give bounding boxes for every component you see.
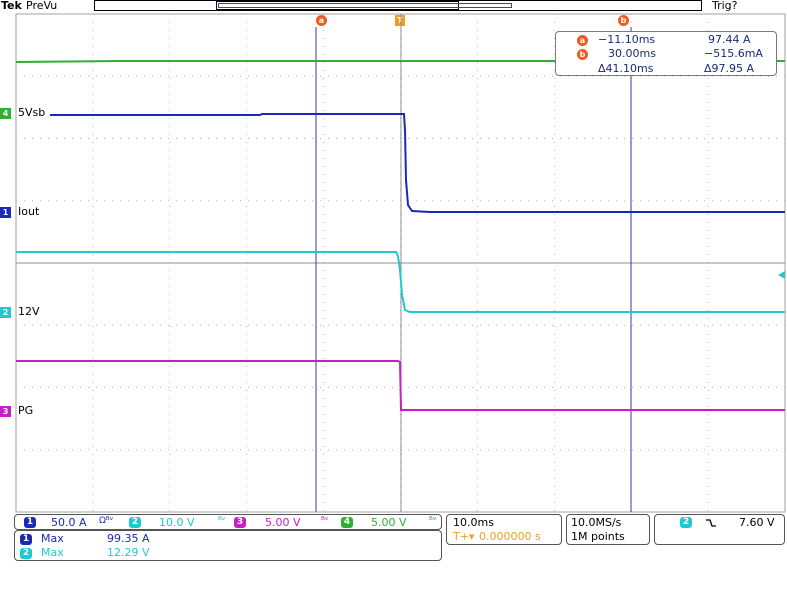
cursor-delta-value: Δ97.95 A [704,62,755,75]
trigger-position[interactable]: 0.000000 s [479,530,541,543]
channel-4-scale[interactable]: 5.00 V [371,516,407,529]
channel-scale-bar[interactable]: 1 50.0 A Ωᴮᵛ 2 10.0 V ᴮᵛ 3 5.00 V ᴮᵛ 4 5… [14,514,442,530]
channel-4-badge[interactable]: 4 [341,517,353,528]
channel-4-label: 5Vsb [18,106,46,119]
trigger-source[interactable]: 2 [680,517,692,528]
cursor-readout-panel: a −11.10ms 97.44 A b 30.00ms −515.6mA Δ4… [555,31,777,76]
measurement-1-name: Max [41,532,64,545]
measurement-1-channel: 1 [20,534,32,545]
acquisition-panel[interactable]: 10.0MS/s 1M points [566,514,650,545]
channel-2-coupling: ᴮᵛ [218,516,226,526]
record-length: 1M points [571,530,625,543]
channel-1-label: Iout [18,205,40,218]
timebase-panel[interactable]: 10.0ms T+▾ 0.000000 s [446,514,562,545]
measurement-2-channel: 2 [20,548,32,559]
time-per-division[interactable]: 10.0ms [453,516,494,529]
falling-edge-icon[interactable] [705,518,717,528]
channel-2-label: 12V [18,305,40,318]
channel-1-badge[interactable]: 1 [24,517,36,528]
trigger-delay-icon: T+▾ [453,530,475,543]
channel-3-label: PG [18,404,34,417]
waveform-ch3 [16,360,785,411]
channel-4-ground-marker[interactable]: 4 [0,108,11,119]
channel-1-coupling: Ωᴮᵛ [99,516,114,526]
trigger-panel[interactable]: 2 7.60 V [654,514,785,545]
cursor-a-icon: a [577,35,588,46]
cursor-delta-time: Δ41.10ms [598,62,654,75]
channel-2-badge[interactable]: 2 [129,517,141,528]
channel-2-ground-marker[interactable]: 2 [0,307,11,318]
cursor-a-value: 97.44 A [708,33,751,46]
channel-3-coupling: ᴮᵛ [321,516,329,526]
measurement-2-name: Max [41,546,64,559]
channel-2-scale[interactable]: 10.0 V [159,516,195,529]
cursor-b-icon: b [577,49,588,60]
channel-3-ground-marker[interactable]: 3 [0,406,11,417]
waveform-display[interactable] [0,0,787,590]
channel-3-scale[interactable]: 5.00 V [265,516,301,529]
measurement-panel[interactable]: 1 Max 99.35 A 2 Max 12.29 V [14,530,442,561]
measurement-2-value: 12.29 V [107,546,150,559]
measurement-1-value: 99.35 A [107,532,150,545]
waveform-ch1 [50,113,785,213]
cursor-b-value: −515.6mA [704,47,763,60]
trigger-level[interactable]: 7.60 V [739,516,775,529]
channel-1-ground-marker[interactable]: 1 [0,207,11,218]
channel-3-badge[interactable]: 3 [234,517,246,528]
cursor-b-time: 30.00ms [608,47,656,60]
trigger-level-indicator [778,271,785,279]
cursor-a-time: −11.10ms [598,33,656,46]
sample-rate: 10.0MS/s [571,516,622,529]
channel-4-coupling: ᴮᵛ [429,516,437,526]
channel-1-scale[interactable]: 50.0 A [51,516,87,529]
